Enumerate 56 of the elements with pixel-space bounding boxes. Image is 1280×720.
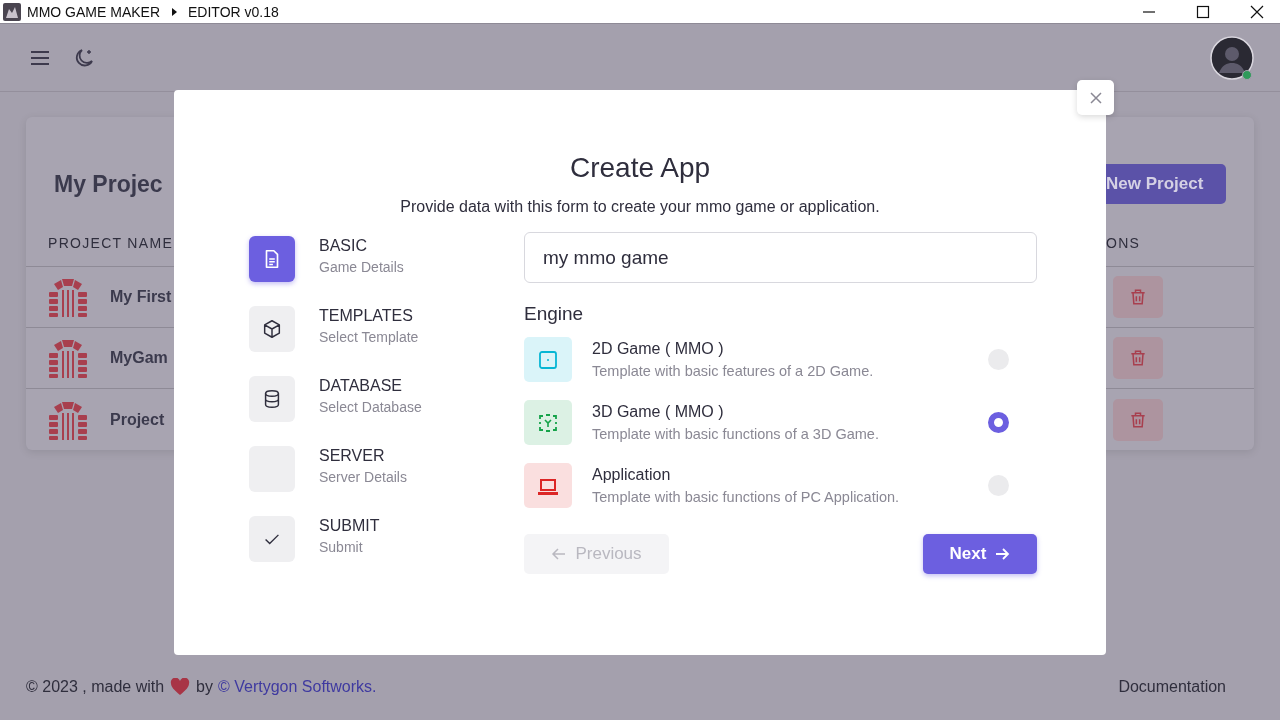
app-name: MMO GAME MAKER — [27, 3, 160, 20]
project-name[interactable]: Project — [110, 410, 165, 429]
company-link[interactable]: © Vertygon Softworks. — [218, 678, 377, 696]
close-button[interactable] — [1077, 80, 1114, 115]
step-title: DATABASE — [319, 377, 403, 395]
step-subtitle: Select Template — [319, 329, 419, 345]
step-subtitle: Server Details — [319, 469, 407, 485]
dialog-subtitle: Provide data with this form to create your mmo game or application. — [399, 198, 881, 216]
section-label: Engine — [524, 303, 585, 325]
arch-icon — [48, 277, 88, 317]
step-subtitle: Select Database — [319, 399, 422, 415]
page-title: My Projec — [53, 170, 163, 198]
delete-button[interactable] — [1113, 398, 1163, 441]
heart-icon — [170, 678, 191, 696]
radio-button[interactable] — [988, 412, 1009, 433]
name-input-field[interactable]: my mmo game — [524, 232, 1037, 283]
breadcrumb-arrow-icon — [170, 7, 178, 16]
new-project-button[interactable]: New Project — [1106, 164, 1226, 204]
trash-icon — [1128, 287, 1148, 307]
arch-icon — [48, 399, 88, 440]
documentation-link[interactable]: Documentation — [1118, 678, 1226, 696]
step-tile[interactable] — [249, 376, 295, 422]
column-header: PROJECT NAME — [48, 234, 174, 251]
step-tile[interactable] — [249, 306, 295, 352]
engine-title: 3D Game ( MMO ) — [592, 403, 725, 421]
step-title: SERVER — [319, 447, 386, 465]
left-arrow-icon — [551, 546, 568, 562]
next-button[interactable]: Next — [923, 534, 1037, 574]
column-header: ONS — [1106, 234, 1141, 251]
window-title: EDITOR v0.18 — [188, 3, 279, 20]
project-name[interactable]: MyGam — [110, 349, 168, 367]
engine-description: Template with basic functions of PC Application. — [592, 489, 901, 505]
engine-title: Application — [592, 466, 672, 484]
project-name[interactable]: My First — [110, 288, 172, 306]
dialog-title: Create App — [568, 152, 712, 184]
trash-icon — [1128, 348, 1148, 368]
close-icon — [1087, 89, 1104, 106]
cube-icon — [261, 318, 283, 340]
step-title: SUBMIT — [319, 517, 380, 535]
arch-icon — [48, 338, 88, 378]
step-tile[interactable] — [249, 236, 295, 282]
engine-title: 2D Game ( MMO ) — [592, 340, 725, 358]
step-tile[interactable] — [249, 516, 295, 562]
engine-description: Template with basic features of a 2D Game. — [592, 363, 875, 379]
step-subtitle: Game Details — [319, 259, 404, 275]
right-arrow-icon — [994, 546, 1011, 562]
by-text: by — [196, 678, 213, 696]
app-logo-icon — [3, 2, 21, 21]
step-subtitle: Submit — [319, 539, 364, 555]
step-title: BASIC — [319, 237, 368, 255]
engine-description: Template with basic functions of a 3D Game. — [592, 426, 880, 442]
copyright-text: © 2023 , made with — [26, 678, 165, 696]
maximize-icon[interactable] — [1196, 4, 1210, 19]
step-title: TEMPLATES — [319, 307, 414, 325]
close-icon[interactable] — [1250, 4, 1264, 19]
user-avatar[interactable] — [1210, 35, 1254, 80]
